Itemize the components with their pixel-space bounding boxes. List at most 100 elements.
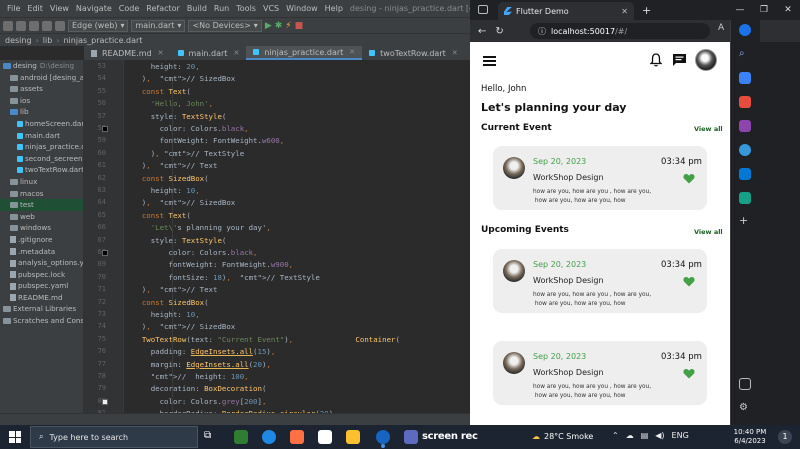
close-tab-icon[interactable]: ✕	[233, 49, 239, 57]
project-tree-item[interactable]: desing D:\desing	[0, 60, 83, 72]
upcoming-view-all-link[interactable]: View all	[694, 228, 723, 236]
address-bar[interactable]: ⓘ localhost:50017/#/	[530, 23, 710, 39]
project-tree-item[interactable]: homeScreen.dart	[0, 118, 83, 130]
back-icon[interactable]: ←	[478, 26, 486, 37]
project-tree-item[interactable]: main.dart	[0, 130, 83, 142]
menu-item[interactable]: Window	[286, 4, 318, 13]
android-studio-taskbar-icon[interactable]	[234, 430, 248, 444]
menu-item[interactable]: VCS	[263, 4, 279, 13]
project-tree-item[interactable]: android [desing_and	[0, 72, 83, 84]
minimize-icon[interactable]: —	[728, 0, 752, 20]
settings-gear-icon[interactable]: ⚙	[739, 402, 751, 414]
network-icon[interactable]: ▤	[641, 431, 649, 440]
device-target-select[interactable]: Edge (web) ▾	[68, 19, 129, 32]
editor-tab[interactable]: twoTextRow.dart ✕	[362, 46, 464, 60]
code-editor[interactable]: height: 20, ), "cmt">// SizedBox const T…	[124, 60, 470, 425]
sidebar-toggle-icon[interactable]	[739, 378, 751, 390]
project-tree-item[interactable]: macos	[0, 188, 83, 200]
close-window-icon[interactable]: ✕	[776, 0, 800, 20]
run-icon[interactable]: ▶	[265, 21, 272, 31]
maximize-icon[interactable]: ❐	[752, 0, 776, 20]
add-sidebar-app-icon[interactable]: +	[739, 214, 751, 227]
current-view-all-link[interactable]: View all	[694, 125, 723, 133]
refresh-icon[interactable]: ↻	[495, 26, 503, 37]
taskbar-search-box[interactable]: ⌕ Type here to search	[30, 426, 198, 448]
chat-icon[interactable]	[672, 53, 687, 67]
project-tree-item[interactable]: External Libraries	[0, 303, 83, 315]
project-tree-item[interactable]: .gitignore	[0, 234, 83, 246]
office-taskbar-icon[interactable]	[290, 430, 304, 444]
breadcrumb-item[interactable]: desing	[5, 36, 32, 45]
event-card[interactable]: Sep 20, 2023 03:34 pm WorkShop Design ho…	[493, 249, 707, 313]
new-tab-icon[interactable]: +	[642, 4, 651, 17]
project-tree-item[interactable]: pubspec.yaml	[0, 280, 83, 292]
hot-reload-icon[interactable]: ⚡	[285, 21, 291, 31]
run-config-select[interactable]: main.dart ▾	[131, 19, 186, 32]
avatar[interactable]	[695, 49, 717, 71]
event-card[interactable]: Sep 20, 2023 03:34 pm WorkShop Design ho…	[493, 341, 707, 405]
search-icon[interactable]: ⌕	[739, 48, 751, 60]
menu-item[interactable]: Navigate	[76, 4, 112, 13]
project-tree-item[interactable]: linux	[0, 176, 83, 188]
close-tab-icon[interactable]: ✕	[158, 49, 164, 57]
stop-icon[interactable]: ■	[295, 21, 304, 31]
outlook-icon[interactable]	[739, 168, 751, 180]
onedrive-icon[interactable]: ☁	[626, 431, 634, 440]
weather-widget[interactable]: ☁ 28°C Smoke	[532, 432, 593, 441]
notification-badge[interactable]: 1	[778, 430, 792, 444]
project-tree-item[interactable]: windows	[0, 222, 83, 234]
sync-icon[interactable]	[29, 20, 39, 31]
editor-tab[interactable]: README.md ✕	[84, 46, 171, 60]
clock[interactable]: 10:40 PM 6/4/2023	[730, 428, 770, 446]
tab-actions-icon[interactable]	[478, 5, 488, 14]
project-tree-item[interactable]: web	[0, 211, 83, 223]
devices-select[interactable]: <No Devices> ▾	[188, 19, 262, 32]
debug-icon[interactable]: ✱	[275, 21, 283, 31]
open-folder-icon[interactable]	[3, 20, 13, 31]
forward-arrow-icon[interactable]	[55, 20, 65, 31]
event-card[interactable]: Sep 20, 2023 03:34 pm WorkShop Design ho…	[493, 146, 707, 210]
menu-item[interactable]: Run	[214, 4, 229, 13]
chevron-up-icon[interactable]: ⌃	[612, 431, 619, 440]
editor-tab[interactable]: ninjas_practice.dart ✕	[246, 46, 363, 60]
edge-taskbar-icon[interactable]	[262, 430, 276, 444]
browser-tab-flutter-demo[interactable]: Flutter Demo ✕	[498, 2, 634, 20]
project-tree-item[interactable]: ios	[0, 95, 83, 107]
edge-active-taskbar-icon[interactable]	[376, 430, 390, 444]
project-tree-item[interactable]: lib	[0, 106, 83, 118]
breadcrumb-item[interactable]: lib	[43, 36, 53, 45]
tools-briefcase-icon[interactable]	[739, 96, 751, 108]
shopping-tag-icon[interactable]	[739, 72, 751, 84]
back-arrow-icon[interactable]	[42, 20, 52, 31]
menu-icon[interactable]	[483, 56, 496, 66]
bell-icon[interactable]	[650, 53, 662, 67]
menu-item[interactable]: Code	[119, 4, 139, 13]
language-indicator[interactable]: ENG	[672, 431, 689, 440]
games-icon[interactable]	[739, 120, 751, 132]
menu-item[interactable]: Tools	[236, 4, 256, 13]
heart-icon[interactable]	[683, 368, 695, 379]
project-tree-item[interactable]: pubspec.lock	[0, 269, 83, 281]
windows-start-icon[interactable]	[9, 431, 21, 443]
volume-icon[interactable]: ◀)	[655, 431, 664, 440]
misc-taskbar-icon[interactable]	[404, 430, 418, 444]
site-info-icon[interactable]: ⓘ	[538, 26, 546, 37]
close-tab-icon[interactable]: ✕	[452, 49, 458, 57]
menu-item[interactable]: Build	[187, 4, 207, 13]
bing-chat-icon[interactable]	[739, 24, 751, 36]
project-tree-item[interactable]: second_secreen.d	[0, 153, 83, 165]
project-tree-item[interactable]: twoTextRow.dart	[0, 164, 83, 176]
menu-item[interactable]: View	[50, 4, 69, 13]
store-taskbar-icon[interactable]	[318, 430, 332, 444]
microsoft365-icon[interactable]	[739, 144, 751, 156]
heart-icon[interactable]	[683, 173, 695, 184]
file-explorer-taskbar-icon[interactable]	[346, 430, 360, 444]
menu-item[interactable]: Help	[325, 4, 343, 13]
close-tab-icon[interactable]: ✕	[621, 7, 628, 16]
project-tree-item[interactable]: README.md	[0, 292, 83, 304]
menu-item[interactable]: Refactor	[146, 4, 180, 13]
project-tree-item[interactable]: .metadata	[0, 246, 83, 258]
read-aloud-icon[interactable]: A	[718, 23, 724, 33]
project-tree-item[interactable]: analysis_options.yar	[0, 257, 83, 269]
heart-icon[interactable]	[683, 276, 695, 287]
